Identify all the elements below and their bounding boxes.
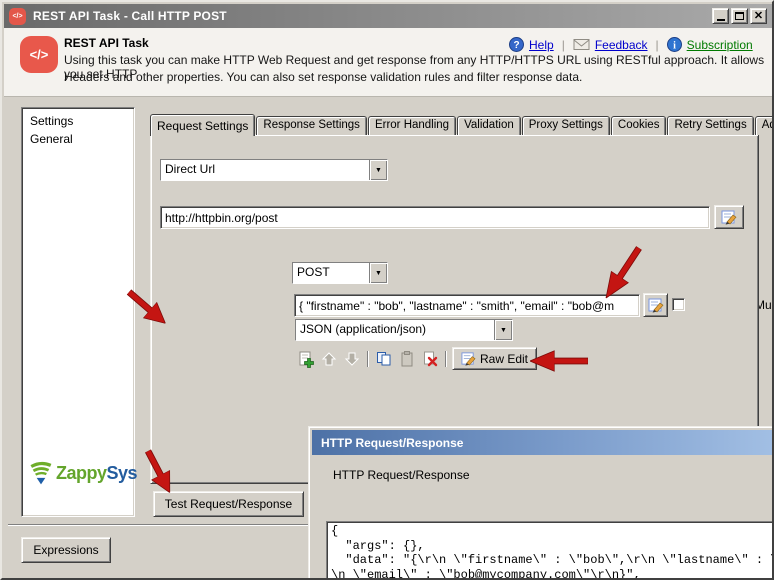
- header-band: </> REST API Task Using this task you ca…: [4, 28, 772, 97]
- edit-pencil-icon: [461, 351, 476, 366]
- link-separator: |: [561, 37, 565, 52]
- response-line: {: [331, 524, 339, 538]
- app-code-icon: </>: [9, 7, 26, 25]
- window-title: REST API Task - Call HTTP POST: [33, 9, 227, 23]
- add-header-icon[interactable]: [296, 349, 316, 369]
- subscription-info-icon: i: [666, 37, 682, 52]
- popup-label: HTTP Request/Response: [333, 468, 470, 482]
- tab-validation[interactable]: Validation: [457, 116, 521, 135]
- svg-text:i: i: [673, 41, 676, 52]
- web-url-input[interactable]: [161, 207, 709, 228]
- popup-title-bar[interactable]: HTTP Request/Response: [312, 430, 772, 455]
- maximize-icon: [735, 12, 744, 20]
- settings-tab-strip: Request Settings Response Settings Error…: [150, 113, 772, 136]
- delete-header-icon[interactable]: [420, 349, 440, 369]
- chevron-down-icon[interactable]: ▼: [369, 263, 387, 283]
- copy-icon[interactable]: [374, 349, 394, 369]
- body-edit-button[interactable]: [643, 293, 668, 317]
- tab-request-settings[interactable]: Request Settings: [150, 114, 256, 136]
- settings-listbox[interactable]: Settings General ZappySys: [21, 107, 138, 517]
- content-type-select[interactable]: JSON (application/json) ▼: [295, 319, 513, 341]
- link-separator: |: [655, 37, 659, 52]
- response-textarea[interactable]: { "args": {}, "data": "{\r\n \"firstname…: [326, 521, 774, 580]
- sidebar-item-settings[interactable]: Settings: [22, 108, 134, 130]
- response-line: "args": {},: [331, 538, 425, 553]
- tab-retry-settings[interactable]: Retry Settings: [667, 116, 754, 135]
- raw-edit-label: Raw Edit: [480, 351, 529, 366]
- minimize-button[interactable]: [712, 8, 729, 24]
- subscription-link[interactable]: Subscription: [687, 38, 753, 52]
- rest-api-task-window: </> REST API Task - Call HTTP POST ✕ </>…: [0, 0, 774, 580]
- expressions-button-label: Expressions: [33, 543, 99, 557]
- paste-icon[interactable]: [397, 349, 417, 369]
- web-url-field-frame: [160, 206, 710, 229]
- url-access-mode-value: Direct Url: [161, 160, 369, 180]
- move-down-icon[interactable]: [342, 349, 362, 369]
- task-description-line2: Headers and other properties. You can al…: [64, 70, 583, 84]
- move-up-icon[interactable]: [319, 349, 339, 369]
- popup-title: HTTP Request/Response: [321, 435, 464, 450]
- zappysys-logo-text: ZappySys: [56, 462, 138, 483]
- feedback-envelope-icon: [573, 38, 590, 51]
- zappysys-logo: ZappySys: [28, 460, 138, 486]
- help-link[interactable]: Help: [529, 38, 554, 52]
- edit-pencil-icon: [719, 207, 739, 227]
- task-code-icon: </>: [20, 36, 58, 73]
- toolbar-separator: [445, 350, 447, 367]
- maximize-button[interactable]: [731, 8, 748, 24]
- tab-error-handling[interactable]: Error Handling: [367, 116, 457, 135]
- response-line: "data": "{\r\n \"firstname\" : \"bob\",\…: [331, 553, 774, 567]
- toolbar-separator: [367, 350, 369, 367]
- tab-proxy-settings[interactable]: Proxy Settings: [521, 116, 610, 135]
- close-icon: ✕: [753, 10, 764, 22]
- test-button-label: Test Request/Response: [164, 497, 293, 511]
- body-request-data-input[interactable]: [295, 295, 639, 316]
- minimize-icon: [716, 19, 725, 21]
- chevron-down-icon[interactable]: ▼: [494, 320, 512, 340]
- title-bar[interactable]: </> REST API Task - Call HTTP POST ✕: [4, 4, 772, 28]
- raw-edit-button[interactable]: Raw Edit: [452, 347, 538, 370]
- help-icon: ?: [509, 37, 524, 52]
- test-request-response-button[interactable]: Test Request/Response: [153, 491, 304, 517]
- http-method-value: POST: [293, 263, 369, 283]
- web-url-edit-button[interactable]: [714, 205, 744, 229]
- feedback-link[interactable]: Feedback: [595, 38, 648, 52]
- headers-toolbar: Raw Edit: [296, 347, 538, 370]
- chevron-down-icon[interactable]: ▼: [369, 160, 387, 180]
- body-field-frame: [294, 294, 640, 317]
- http-request-response-dialog: HTTP Request/Response HTTP Request/Respo…: [308, 426, 774, 580]
- sidebar-item-general[interactable]: General: [22, 130, 134, 148]
- response-line: \n \"email\" : \"bob@mycompany.com\"\r\n…: [331, 567, 641, 580]
- tab-response-settings[interactable]: Response Settings: [256, 116, 367, 135]
- content-type-value: JSON (application/json): [296, 320, 494, 340]
- zappysys-swirl-icon: [28, 460, 54, 486]
- task-title: REST API Task: [64, 36, 149, 50]
- http-method-select[interactable]: POST ▼: [292, 262, 388, 284]
- tab-advanced[interactable]: Advanced: [754, 116, 772, 135]
- tab-cookies[interactable]: Cookies: [610, 116, 667, 135]
- edit-pencil-icon: [646, 295, 666, 315]
- close-button[interactable]: ✕: [750, 8, 767, 24]
- svg-text:?: ?: [513, 40, 519, 51]
- url-access-mode-select[interactable]: Direct Url ▼: [160, 159, 388, 181]
- expressions-button[interactable]: Expressions: [21, 537, 111, 563]
- file-upload-checkbox[interactable]: [672, 298, 685, 311]
